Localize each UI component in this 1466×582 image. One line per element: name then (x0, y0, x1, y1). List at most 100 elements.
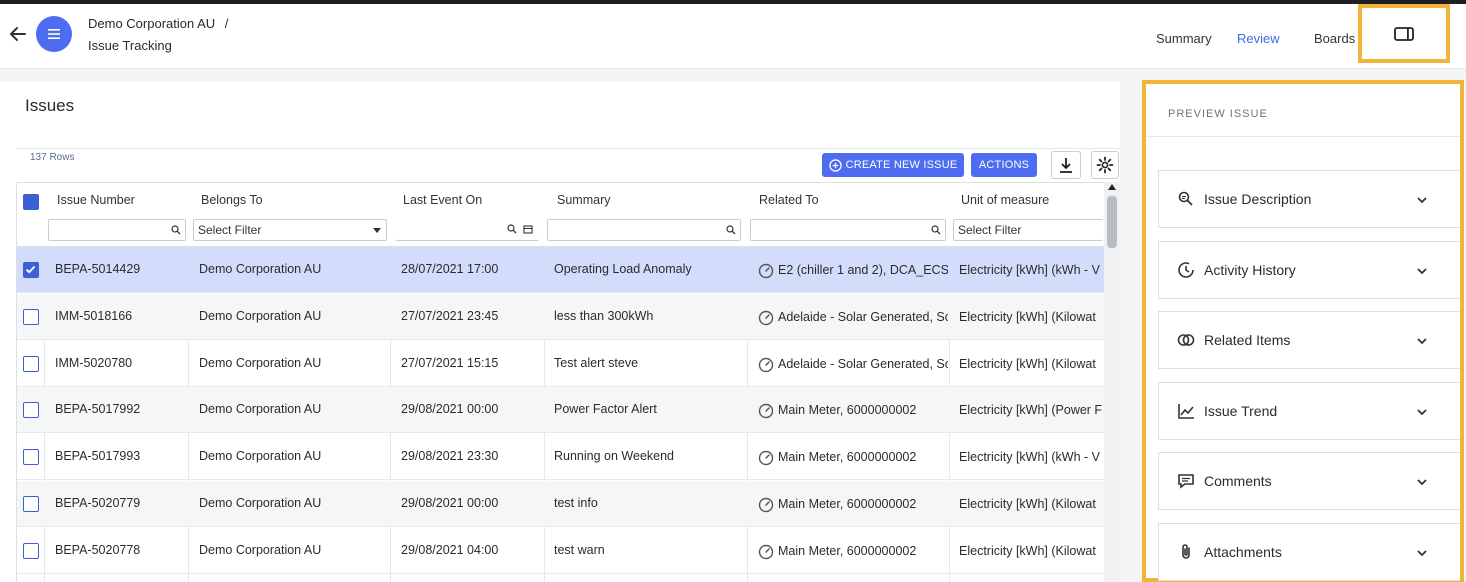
cell-issue-number[interactable]: IMM-5020780 (55, 356, 185, 370)
table-row[interactable]: BEPA-5017993 Demo Corporation AU 29/08/202… (17, 434, 1105, 481)
accordion-comments[interactable]: Comments (1158, 452, 1460, 510)
cell-unit: Electricity [kWh] (kWh - V (959, 263, 1100, 277)
cell-last-event: 29/08/2021 00:00 (401, 402, 499, 417)
accordion-activity-history[interactable]: Activity History (1158, 241, 1460, 299)
meter-icon (758, 357, 774, 372)
chevron-down-icon[interactable] (1415, 264, 1429, 278)
belongs-to-filter[interactable]: Select Filter (193, 219, 387, 241)
actions-button[interactable]: ACTIONS (971, 153, 1037, 177)
table-row[interactable]: BEPA-5017992 Demo Corporation AU 29/08/202… (17, 387, 1105, 434)
menu-button[interactable] (36, 16, 72, 52)
cell-related-to: E2 (chiller 1 and 2), DCA_ECS (778, 263, 948, 277)
accordion-issue-description[interactable]: Issue Description (1158, 170, 1460, 228)
create-issue-button[interactable]: CREATE NEW ISSUE (822, 153, 964, 177)
breadcrumb-separator: / (224, 16, 229, 31)
download-button[interactable] (1051, 151, 1081, 179)
settings-button[interactable] (1091, 151, 1119, 179)
cell-belongs-to: Demo Corporation AU (199, 449, 322, 464)
meter-icon (758, 404, 774, 419)
search-icon (726, 225, 736, 235)
cell-issue-number[interactable]: BEPA-5020778 (55, 543, 185, 557)
cell-issue-number[interactable]: BEPA-5014429 (55, 262, 185, 276)
row-checkbox[interactable] (23, 308, 39, 325)
select-all-checkbox[interactable] (23, 194, 39, 210)
cell-related-to: Main Meter, 6000000002 (778, 543, 917, 558)
cell-unit: Electricity [kWh] (Kilowat (959, 309, 1096, 324)
related-to-filter[interactable] (750, 219, 946, 241)
row-checkbox[interactable] (23, 262, 39, 278)
paperclip-icon (1182, 544, 1190, 559)
cell-last-event: 29/08/2021 00:00 (401, 496, 499, 510)
nav-boards[interactable]: Boards (1314, 31, 1355, 46)
table-row[interactable]: IMM-5020780 Demo Corporation AU 27/07/2021… (17, 341, 1105, 387)
cell-belongs-to: Demo Corporation AU (199, 262, 322, 276)
col-last-event-on[interactable]: Last Event On (403, 193, 482, 207)
preview-issue-panel: PREVIEW ISSUE Issue Description Activity … (1142, 80, 1464, 582)
link-circles-icon (1177, 334, 1195, 346)
gear-icon (1096, 156, 1114, 174)
table-row[interactable]: IMM-5018166 Demo Corporation AU 27/07/2021… (17, 293, 1105, 340)
nav-summary[interactable]: Summary (1156, 31, 1212, 46)
breadcrumb-org-label[interactable]: Demo Corporation AU (88, 16, 215, 31)
chevron-down-icon[interactable] (1415, 334, 1429, 348)
cell-belongs-to: Demo Corporation AU (199, 402, 322, 417)
chevron-down-icon[interactable] (1415, 193, 1429, 207)
col-summary[interactable]: Summary (557, 193, 610, 207)
table-row[interactable]: BEPA-5020778 Demo Corporation AU 29/08/202… (17, 528, 1105, 574)
breadcrumb-org[interactable]: Demo Corporation AU / (88, 16, 228, 31)
chevron-down-icon[interactable] (1415, 546, 1429, 560)
calendar-icon[interactable] (523, 224, 533, 234)
col-unit-of-measure[interactable]: Unit of measure (961, 193, 1049, 207)
table-row[interactable]: BEPA-5014429 Demo Corporation AU 28/07/202… (17, 247, 1105, 293)
row-checkbox[interactable] (23, 542, 39, 559)
divider (1146, 136, 1460, 137)
search-icon (507, 224, 517, 234)
accordion-label: Comments (1204, 473, 1272, 489)
col-issue-number[interactable]: Issue Number (57, 193, 135, 207)
cell-issue-number[interactable]: BEPA-5017992 (55, 402, 185, 416)
meter-icon (758, 544, 774, 559)
accordion-attachments[interactable]: Attachments (1158, 523, 1460, 581)
cell-issue-number[interactable]: IMM-5018166 (55, 309, 185, 323)
scroll-up-icon[interactable] (1108, 184, 1116, 190)
accordion-related-items[interactable]: Related Items (1158, 311, 1460, 369)
cell-related-to: Adelaide - Solar Generated, Sc (778, 309, 948, 324)
side-panel-icon (1394, 26, 1414, 41)
chevron-down-icon[interactable] (1415, 405, 1429, 419)
cell-belongs-to: Demo Corporation AU (199, 308, 322, 323)
row-checkbox[interactable] (23, 355, 39, 372)
meter-icon (758, 263, 774, 279)
cell-summary: Power Factor Alert (554, 402, 657, 417)
cell-summary: Running on Weekend (554, 449, 674, 464)
scrollbar-thumb[interactable] (1107, 196, 1117, 248)
last-event-filter[interactable] (395, 219, 539, 241)
chevron-down-icon[interactable] (1415, 475, 1429, 489)
col-related-to[interactable]: Related To (759, 193, 819, 207)
cell-summary: Test alert steve (554, 355, 639, 370)
accordion-label: Issue Trend (1204, 403, 1278, 419)
back-arrow-icon[interactable] (8, 24, 28, 44)
col-belongs-to[interactable]: Belongs To (201, 193, 263, 207)
summary-filter[interactable] (547, 219, 741, 241)
page-title: Issues (25, 96, 75, 115)
accordion-issue-trend[interactable]: Issue Trend (1158, 382, 1460, 440)
row-checkbox[interactable] (23, 496, 39, 512)
table-header: Issue Number Belongs To Last Event On Su… (17, 183, 1107, 247)
search-icon (171, 225, 181, 235)
preview-panel-toggle[interactable] (1358, 4, 1450, 63)
cell-related-to: Main Meter, 6000000002 (778, 403, 917, 418)
create-issue-label: CREATE NEW ISSUE (845, 159, 958, 171)
issue-number-filter[interactable] (48, 219, 186, 241)
line-chart-icon (1178, 404, 1194, 419)
cell-issue-number[interactable]: BEPA-5017993 (55, 449, 185, 463)
hamburger-icon (48, 29, 60, 39)
table-row[interactable]: BEPA-5020779 Demo Corporation AU 29/08/202… (17, 481, 1105, 527)
cell-summary: test info (554, 496, 598, 510)
cell-issue-number[interactable]: BEPA-5020779 (55, 496, 185, 510)
cell-belongs-to: Demo Corporation AU (199, 496, 322, 510)
unit-filter[interactable]: Select Filter (953, 219, 1103, 241)
cell-last-event: 27/07/2021 23:45 (401, 308, 499, 323)
row-checkbox[interactable] (23, 449, 39, 466)
nav-review[interactable]: Review (1237, 31, 1280, 46)
row-checkbox[interactable] (23, 402, 39, 419)
